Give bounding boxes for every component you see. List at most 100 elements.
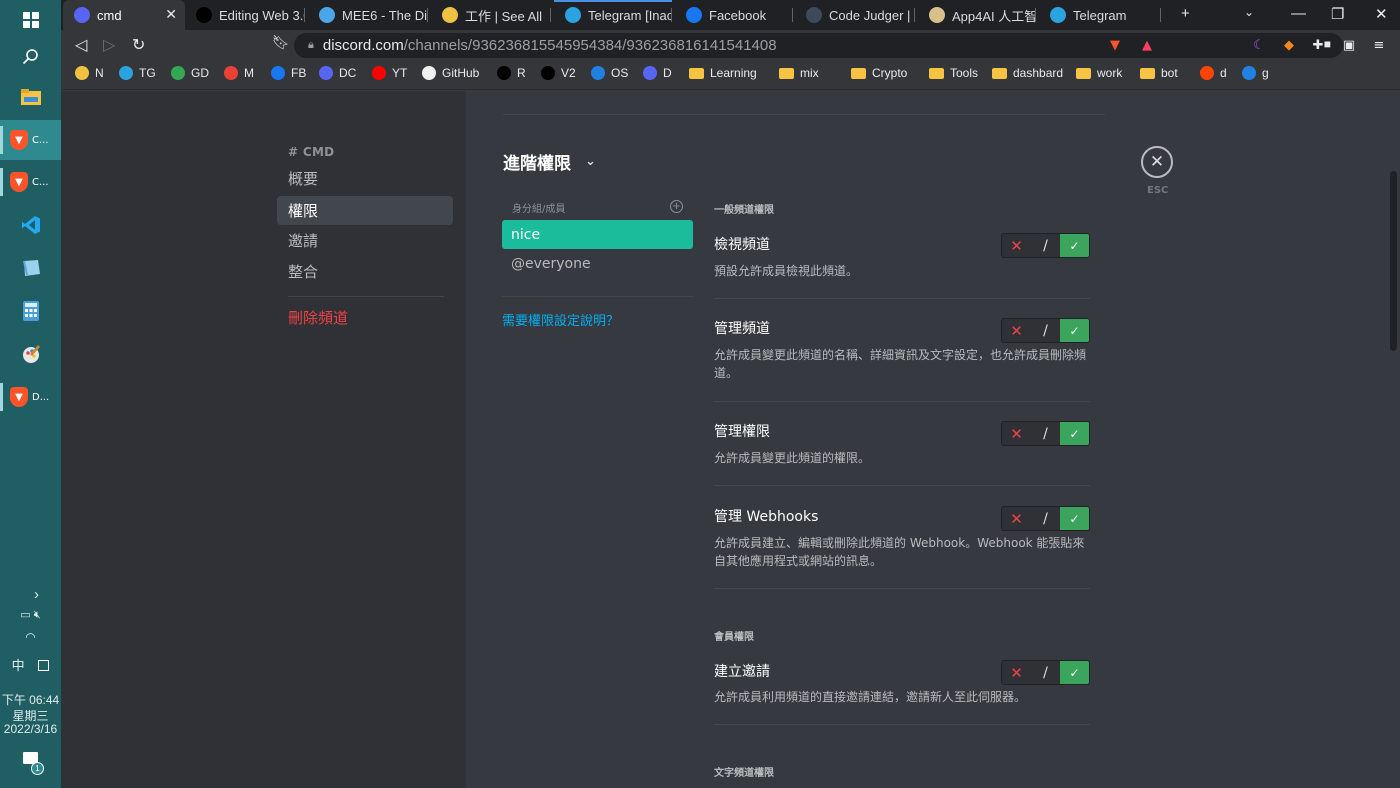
- tab-2[interactable]: MEE6 - The Disco: [308, 0, 428, 30]
- bookmark-4[interactable]: FB: [271, 66, 306, 80]
- delete-channel-button[interactable]: 刪除頻道: [277, 303, 453, 332]
- vscode-icon[interactable]: [0, 205, 61, 245]
- neutral-slash[interactable]: /: [1031, 422, 1060, 445]
- bookmark-10[interactable]: OS: [591, 66, 628, 80]
- bookmark-folder-15[interactable]: Tools: [929, 66, 978, 80]
- tab-search-chevron-icon[interactable]: ⌄: [1244, 5, 1254, 19]
- role-item-nice[interactable]: nice: [502, 220, 693, 249]
- tab-separator: [304, 8, 305, 22]
- tab-0[interactable]: cmd ✕: [63, 0, 185, 30]
- tab-3[interactable]: 工作 | See All: [431, 0, 551, 30]
- bookmark-1[interactable]: TG: [119, 66, 156, 80]
- bookmark-folder-16[interactable]: dashbard: [992, 66, 1063, 80]
- notes-app-icon[interactable]: [0, 248, 61, 288]
- taskbar-app-brave-2[interactable]: ▼ C...: [0, 162, 61, 202]
- bookmark-2[interactable]: GD: [171, 66, 209, 80]
- bookmark-icon[interactable]: 🔖︎: [272, 35, 290, 51]
- add-role-icon[interactable]: +: [670, 200, 683, 213]
- tray-expand-chevron-icon[interactable]: ›: [6, 586, 67, 603]
- bookmark-label: OS: [611, 66, 629, 80]
- forward-icon[interactable]: ▷: [103, 35, 115, 54]
- new-tab-button[interactable]: +: [1181, 5, 1190, 22]
- reload-icon[interactable]: ↻: [132, 35, 145, 54]
- sidebar-item-permissions[interactable]: 權限: [277, 196, 453, 225]
- address-bar[interactable]: 🔒︎ discord.com /channels/936236815545954…: [294, 33, 1343, 58]
- page-title[interactable]: 進階權限 ⌄: [503, 149, 596, 174]
- bookmark-8[interactable]: R: [497, 66, 526, 80]
- sidebar-item-integrations[interactable]: 整合: [277, 257, 453, 286]
- close-icon: ✕: [1149, 152, 1165, 172]
- deny-x-icon[interactable]: ✕: [1002, 319, 1031, 342]
- clock-time[interactable]: 下午 06:44: [0, 691, 61, 708]
- allow-check-icon[interactable]: ✓: [1060, 661, 1089, 684]
- tray-battery-volume-icons[interactable]: ▭ 🔇︎: [0, 608, 61, 622]
- bookmark-7[interactable]: GitHub: [422, 66, 479, 80]
- bookmark-3[interactable]: M: [224, 66, 254, 80]
- back-icon[interactable]: ◁: [75, 35, 87, 54]
- extensions-icon[interactable]: ✚: [1309, 36, 1327, 54]
- taskbar-app-brave-3[interactable]: ▼ D...: [0, 377, 61, 417]
- search-icon[interactable]: [0, 36, 61, 76]
- bookmark-folder-12[interactable]: Learning: [689, 66, 757, 80]
- bookmark-19[interactable]: d: [1200, 66, 1227, 80]
- brave-rewards-icon[interactable]: ▲: [1138, 36, 1156, 54]
- deny-x-icon[interactable]: ✕: [1002, 234, 1031, 257]
- chevron-down-icon[interactable]: ⌄: [585, 154, 596, 169]
- permissions-help-link[interactable]: 需要權限設定說明？: [502, 310, 619, 329]
- role-item-everyone[interactable]: @everyone: [502, 249, 693, 278]
- tab-loading-indicator: [554, 0, 672, 2]
- bookmark-folder-13[interactable]: mix: [779, 66, 819, 80]
- input-method-indicator[interactable]: 中: [0, 655, 61, 674]
- menu-icon[interactable]: ≡: [1370, 36, 1388, 54]
- wifi-icon[interactable]: ◠: [0, 630, 61, 644]
- allow-check-icon[interactable]: ✓: [1060, 234, 1089, 257]
- notification-center-icon[interactable]: 1: [0, 752, 61, 775]
- bookmark-favicon-icon: [591, 66, 605, 80]
- tab-1[interactable]: Editing Web 3.0 D: [185, 0, 305, 30]
- bookmark-20[interactable]: g: [1242, 66, 1269, 80]
- taskbar-app-brave-1[interactable]: ▼ C...: [0, 120, 61, 160]
- tab-8[interactable]: Telegram: [1039, 0, 1161, 30]
- wallet-icon[interactable]: ▣: [1340, 36, 1358, 54]
- neutral-slash[interactable]: /: [1031, 319, 1060, 342]
- close-window-icon[interactable]: ✕: [1375, 5, 1388, 23]
- deny-x-icon[interactable]: ✕: [1002, 507, 1031, 530]
- file-explorer-icon[interactable]: [0, 77, 61, 117]
- paint-app-icon[interactable]: [0, 334, 61, 374]
- tab-close-icon[interactable]: ✕: [165, 6, 177, 23]
- sidebar-item-invites[interactable]: 邀請: [277, 226, 453, 255]
- perm-divider: [714, 485, 1090, 486]
- restore-icon[interactable]: ❐: [1331, 5, 1344, 23]
- neutral-slash[interactable]: /: [1031, 661, 1060, 684]
- bookmark-9[interactable]: V2: [541, 66, 576, 80]
- tab-4[interactable]: Telegram [Inactiv: [554, 0, 672, 30]
- neutral-slash[interactable]: /: [1031, 507, 1060, 530]
- allow-check-icon[interactable]: ✓: [1060, 422, 1089, 445]
- bookmark-0[interactable]: N: [75, 66, 104, 80]
- bookmark-folder-18[interactable]: bot: [1140, 66, 1178, 80]
- tab-6[interactable]: Code Judger |: [795, 0, 915, 30]
- deny-x-icon[interactable]: ✕: [1002, 422, 1031, 445]
- deny-x-icon[interactable]: ✕: [1002, 661, 1031, 684]
- brave-shields-icon[interactable]: ▼: [1106, 36, 1124, 54]
- scrollbar-thumb[interactable]: [1390, 171, 1397, 351]
- neutral-slash[interactable]: /: [1031, 234, 1060, 257]
- night-mode-icon[interactable]: ☾: [1250, 36, 1268, 54]
- allow-check-icon[interactable]: ✓: [1060, 507, 1089, 530]
- browser-toolbar: ◁ ▷ ↻ 🔖︎ 🔒︎ discord.com /channels/936236…: [61, 30, 1400, 60]
- bookmark-folder-17[interactable]: work: [1076, 66, 1122, 80]
- close-settings-button[interactable]: ✕: [1141, 146, 1173, 178]
- calculator-icon[interactable]: [0, 291, 61, 331]
- tab-5[interactable]: Facebook: [675, 0, 793, 30]
- windows-start-icon[interactable]: [0, 0, 61, 40]
- minimize-icon[interactable]: —: [1291, 5, 1306, 22]
- allow-check-icon[interactable]: ✓: [1060, 319, 1089, 342]
- bookmark-folder-14[interactable]: Crypto: [851, 66, 907, 80]
- bookmark-6[interactable]: YT: [372, 66, 407, 80]
- perm-toggle-create-invite: ✕ / ✓: [1001, 660, 1090, 685]
- tab-7[interactable]: App4AI 人工智能: [918, 0, 1036, 30]
- sidebar-item-overview[interactable]: 概要: [277, 164, 453, 193]
- metamask-icon[interactable]: ◆: [1280, 36, 1298, 54]
- bookmark-5[interactable]: DC: [319, 66, 356, 80]
- bookmark-11[interactable]: D: [643, 66, 672, 80]
